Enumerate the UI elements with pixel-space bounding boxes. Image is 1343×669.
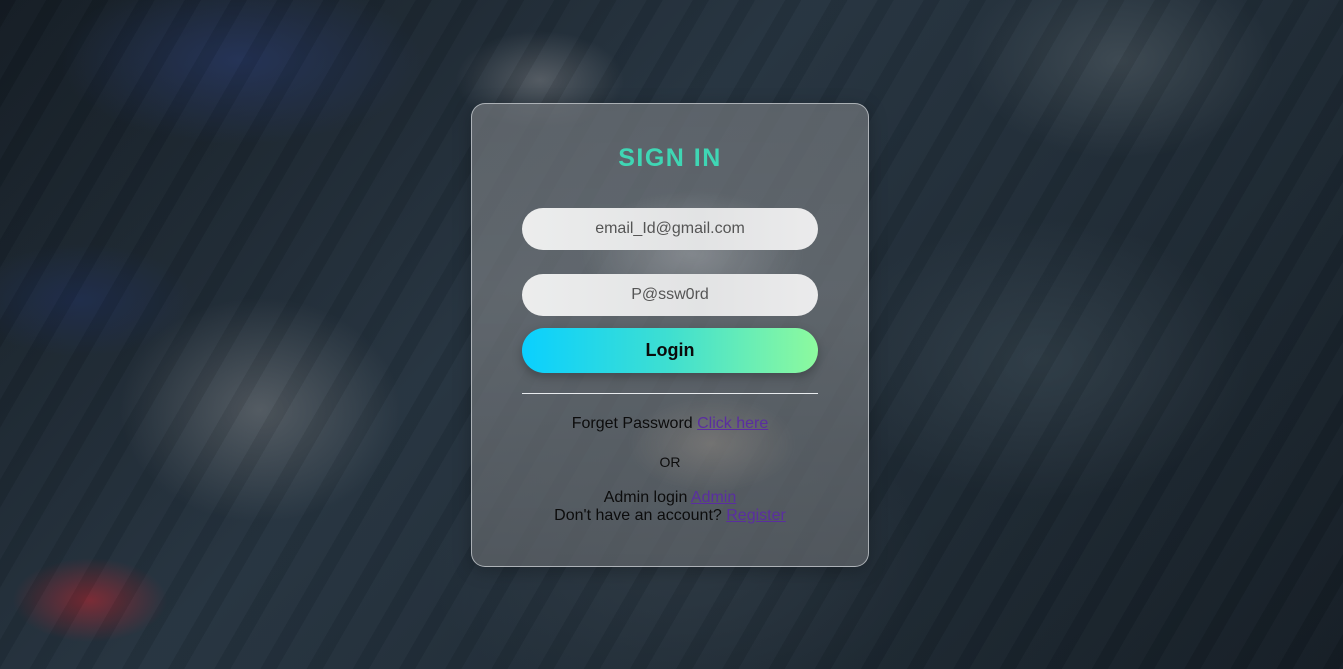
- forgot-password-row: Forget Password Click here: [472, 415, 868, 433]
- register-link[interactable]: Register: [726, 507, 786, 524]
- login-card: SIGN IN Login Forget Password Click here…: [471, 103, 869, 567]
- divider: [522, 393, 818, 394]
- register-row: Don't have an account? Register: [472, 507, 868, 525]
- forgot-password-text: Forget Password: [571, 415, 693, 432]
- admin-login-row: Admin login Admin: [472, 489, 868, 507]
- or-separator: OR: [659, 454, 681, 470]
- page-title: SIGN IN: [618, 144, 722, 172]
- no-account-text: Don't have an account?: [554, 507, 722, 524]
- admin-link[interactable]: Admin: [691, 489, 736, 506]
- email-input[interactable]: [522, 208, 818, 250]
- password-input[interactable]: [522, 274, 818, 316]
- login-button[interactable]: Login: [522, 328, 818, 373]
- admin-login-text: Admin login: [603, 489, 688, 506]
- forgot-password-link[interactable]: Click here: [697, 415, 768, 432]
